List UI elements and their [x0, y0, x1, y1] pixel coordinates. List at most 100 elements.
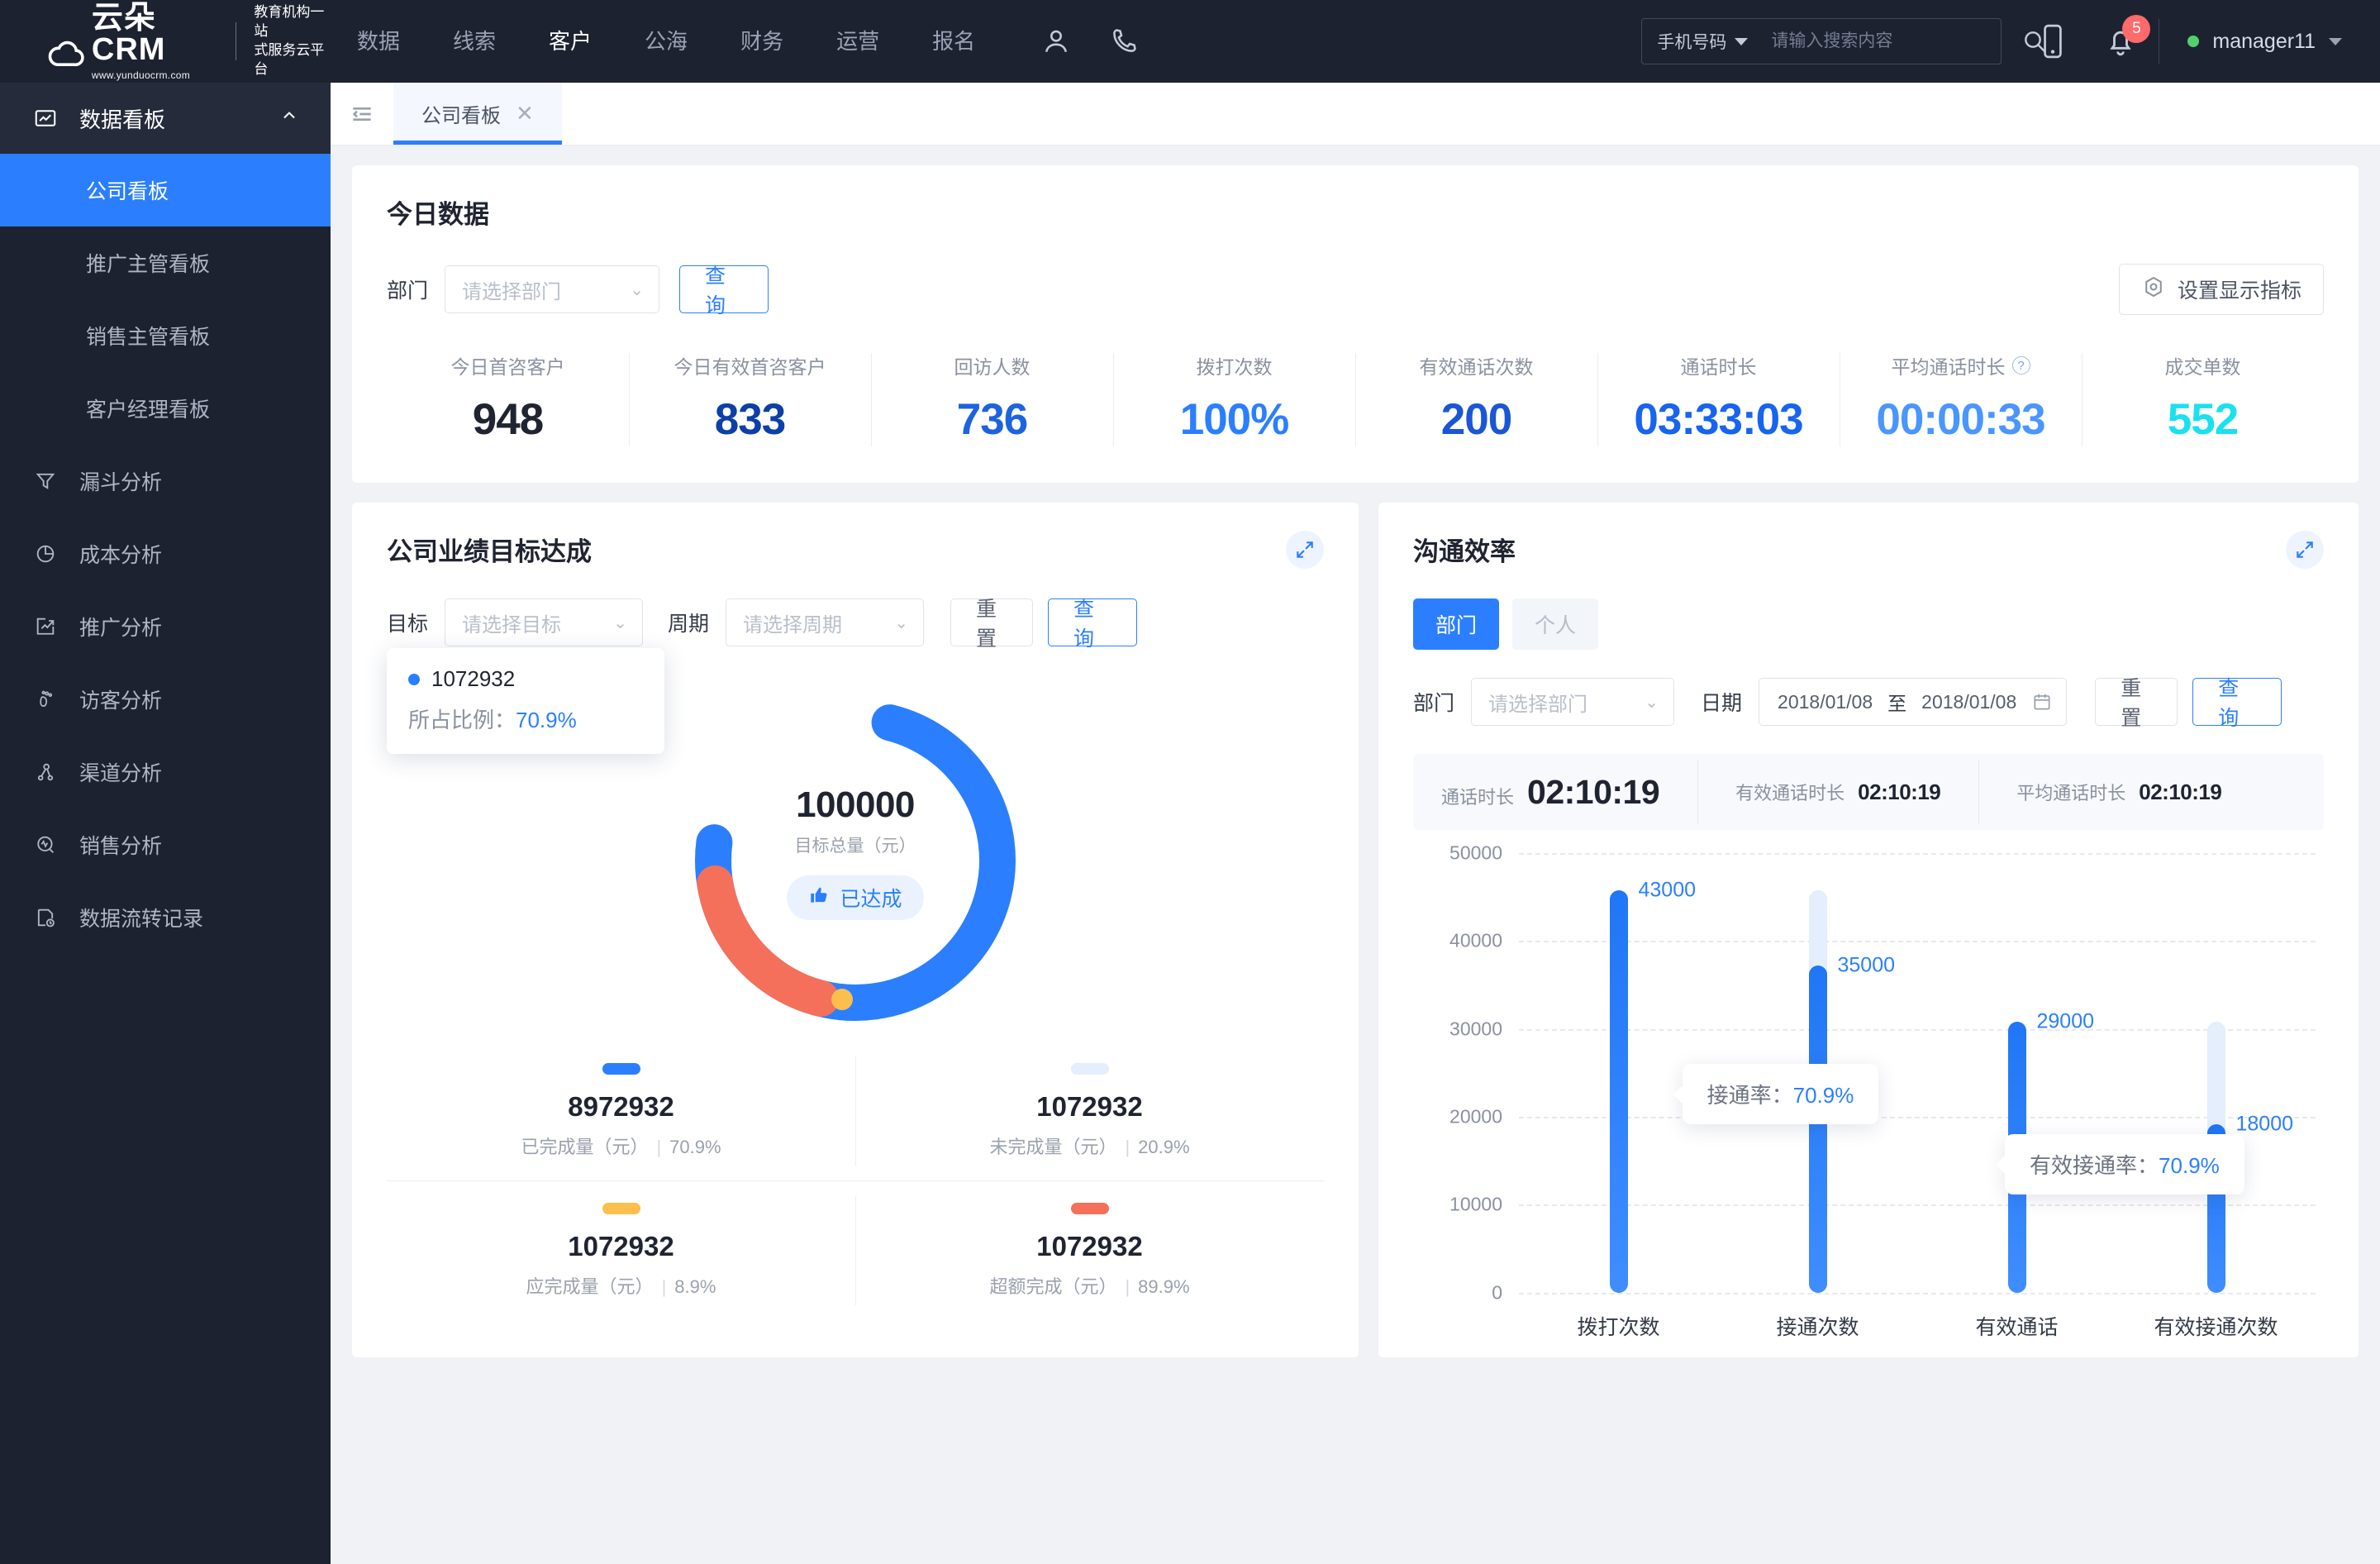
- y-tick-label: 10000: [1449, 1193, 1502, 1215]
- comm-reset-button[interactable]: 重置: [2095, 677, 2178, 730]
- today-query-button[interactable]: 查询: [679, 265, 769, 317]
- sidebar-item-promotion-analysis[interactable]: 推广分析: [0, 590, 331, 663]
- sidebar-item-label: 数据流转记录: [79, 908, 204, 931]
- x-tick-label: 有效接通次数: [2154, 1316, 2278, 1339]
- sidebar-item-sales-manager-board[interactable]: 销售主管看板: [0, 299, 331, 372]
- phone-icon[interactable]: [1106, 23, 1142, 60]
- donut-tooltip-ratio: 70.9%: [516, 708, 577, 732]
- nav-item-shuju[interactable]: 数据: [331, 0, 426, 83]
- toggle-individual[interactable]: 个人: [1512, 598, 1598, 650]
- nav-item-caiwu[interactable]: 财务: [714, 0, 810, 83]
- bar-plot-area: 43000 35000 29000 18000 接通率：70.9% 有效接通率：…: [1519, 853, 2316, 1293]
- kpi-label: 平均通话时长 ?: [1840, 351, 2082, 379]
- tagline-line-1: 教育机构一站: [254, 4, 325, 40]
- collapse-menu-icon[interactable]: [331, 83, 393, 145]
- sidebar-item-funnel-analysis[interactable]: 漏斗分析: [0, 445, 331, 517]
- brand-logo[interactable]: 云朵CRM www.yunduocrm.com 教育机构一站 式服务云平台: [0, 2, 331, 81]
- legend-pct: 89.9%: [1138, 1276, 1190, 1297]
- bell-icon[interactable]: 5: [2102, 15, 2151, 60]
- page-title: 今日数据: [387, 200, 489, 229]
- expand-icon[interactable]: [2286, 531, 2324, 569]
- nav-item-kehu[interactable]: 客户: [522, 0, 618, 83]
- stat-value: 02:10:19: [1527, 772, 1660, 811]
- top-icon-group: [1038, 23, 1142, 60]
- sidebar-item-data-flow-record[interactable]: 数据流转记录: [0, 881, 331, 954]
- kpi-value: 736: [956, 395, 1028, 444]
- kpi-avg-call-duration: 平均通话时长 ? 00:00:33: [1840, 346, 2082, 453]
- sidebar-item-sales-analysis[interactable]: 销售分析: [0, 808, 331, 881]
- bar-value-label: 18000: [2235, 1112, 2294, 1136]
- legend-color-swatch: [1070, 1063, 1109, 1075]
- date-range-picker[interactable]: 2018/01/08 至 2018/01/08: [1759, 678, 2068, 726]
- search-input[interactable]: [1759, 31, 2007, 51]
- comm-dept-select[interactable]: 请选择部门 ⌄: [1471, 678, 1675, 726]
- stat-value: 02:10:19: [1858, 780, 1941, 804]
- search-type-label: 手机号码: [1657, 33, 1727, 52]
- legend-pct: 70.9%: [669, 1137, 721, 1157]
- expand-icon[interactable]: [1286, 531, 1324, 569]
- nav-item-baoming[interactable]: 报名: [906, 0, 1002, 83]
- nav-item-gonghai[interactable]: 公海: [618, 0, 714, 83]
- sidebar-item-company-board[interactable]: 公司看板: [0, 154, 331, 226]
- search-type-select[interactable]: 手机号码: [1642, 29, 1759, 54]
- sidebar-item-promo-manager-board[interactable]: 推广主管看板: [0, 226, 331, 299]
- help-icon[interactable]: ?: [2011, 356, 2030, 374]
- goal-legend-grid: 8972932 已完成量（元） | 70.9% 1072932 未完成量（元） …: [387, 1042, 1324, 1320]
- kpi-value: 833: [714, 395, 786, 444]
- nav-item-xiansuo[interactable]: 线索: [426, 0, 522, 83]
- chart-annotation-connect-rate: 接通率：70.9%: [1682, 1064, 1879, 1125]
- calendar-icon[interactable]: [2031, 691, 2053, 713]
- stat-valid-call-duration: 有效通话时长 02:10:19: [1697, 761, 1978, 823]
- goal-period-label: 周期: [668, 613, 710, 636]
- legend-value: 1072932: [568, 1231, 674, 1261]
- comm-filter-row: 部门 请选择部门 ⌄ 日期 2018/01/08 至 2018/01/08 重置…: [1413, 677, 2324, 730]
- kpi-row: 今日首咨客户 948 今日有效首咨客户 833 回访人数 736 拨打次数 10…: [387, 346, 2324, 453]
- close-icon[interactable]: ✕: [516, 101, 534, 126]
- bar-group-valid-call[interactable]: 29000: [1917, 853, 2116, 1293]
- nav-item-yunying[interactable]: 运营: [810, 0, 906, 83]
- mobile-icon[interactable]: [2035, 23, 2071, 60]
- tab-company-board[interactable]: 公司看板 ✕: [393, 83, 562, 145]
- legend-value: 1072932: [1036, 1231, 1143, 1261]
- goal-period-select[interactable]: 请选择周期 ⌄: [726, 598, 925, 646]
- comm-bar-chart: 0 10000 20000 30000 40000 50000 43000 35…: [1413, 842, 2324, 1341]
- legend-row: 1072932 应完成量（元） | 8.9% 1072932 超额完成（元） |…: [387, 1180, 1324, 1320]
- kpi-label: 回访人数: [954, 356, 1031, 378]
- goal-target-select[interactable]: 请选择目标 ⌄: [445, 598, 644, 646]
- global-search[interactable]: 手机号码: [1641, 18, 2046, 64]
- kpi-value: 948: [472, 395, 544, 444]
- goal-reset-button[interactable]: 重置: [950, 598, 1034, 651]
- stat-label: 通话时长: [1441, 786, 1515, 808]
- legend-uncompleted: 1072932 未完成量（元） | 20.9%: [855, 1042, 1324, 1180]
- user-icon[interactable]: [1038, 23, 1074, 60]
- user-menu[interactable]: manager11: [2187, 30, 2380, 54]
- date-separator: 至: [1887, 693, 1907, 714]
- sidebar-item-channel-analysis[interactable]: 渠道分析: [0, 736, 331, 808]
- brand-url: www.yunduocrm.com: [91, 69, 191, 81]
- cloud-logo-icon: [48, 41, 84, 66]
- dept-select[interactable]: 请选择部门 ⌄: [445, 265, 660, 313]
- sidebar-item-cost-analysis[interactable]: 成本分析: [0, 517, 331, 590]
- toggle-department[interactable]: 部门: [1413, 598, 1499, 650]
- tagline-line-2: 式服务云平台: [254, 42, 325, 77]
- pie-chart-icon: [33, 541, 58, 566]
- annotation-label: 有效接通率：: [2030, 1153, 2159, 1179]
- sidebar-group-data-board[interactable]: 数据看板: [0, 83, 331, 154]
- communication-efficiency-card: 沟通效率 部门 个人 部门 请选择部门 ⌄ 日期 2018/01/08 至 20…: [1378, 503, 2359, 1357]
- today-filter-row: 部门 请选择部门 ⌄ 查询 设置显示指标: [387, 264, 2324, 317]
- comm-query-button[interactable]: 查询: [2192, 677, 2282, 730]
- trend-box-icon: [33, 614, 58, 639]
- goal-achievement-card: 公司业绩目标达成 目标 请选择目标 ⌄ 周期 请选择周期 ⌄ 重置 查询 100…: [352, 503, 1359, 1357]
- goal-query-button[interactable]: 查询: [1048, 598, 1138, 651]
- sidebar-item-label: 公司看板: [86, 180, 169, 203]
- chevron-down-icon: ⌄: [894, 613, 909, 632]
- x-label-wrap: 有效通话: [1917, 1304, 2116, 1341]
- kpi-valid-first-consult: 今日有效首咨客户 833: [629, 346, 871, 453]
- sidebar-item-visitor-analysis[interactable]: 访客分析: [0, 663, 331, 736]
- toggle-label: 部门: [1435, 614, 1477, 637]
- sidebar-item-account-manager-board[interactable]: 客户经理看板: [0, 372, 331, 445]
- bar-group-valid-connected[interactable]: 18000: [2116, 853, 2316, 1293]
- settings-indicators-button[interactable]: 设置显示指标: [2118, 264, 2324, 315]
- kpi-value: 200: [1440, 395, 1512, 444]
- legend-label: 已完成量（元）: [521, 1137, 649, 1157]
